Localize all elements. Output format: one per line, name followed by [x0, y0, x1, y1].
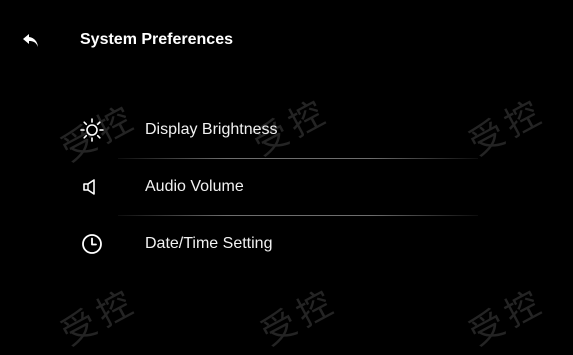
- watermark: 受控: [54, 281, 145, 355]
- header: System Preferences: [0, 0, 573, 84]
- page-title: System Preferences: [80, 31, 233, 48]
- menu-item-label: Date/Time Setting: [145, 235, 273, 252]
- menu-item-label: Audio Volume: [145, 178, 244, 195]
- clock-icon: [78, 230, 106, 258]
- speaker-icon: [78, 173, 106, 201]
- menu-item-audio-volume[interactable]: Audio Volume: [62, 159, 482, 215]
- settings-menu: Display Brightness Audio Volume Date/Tim…: [62, 102, 482, 272]
- brightness-icon: [78, 116, 106, 144]
- back-arrow-icon: [21, 32, 41, 50]
- menu-item-label: Display Brightness: [145, 121, 278, 138]
- menu-item-date-time-setting[interactable]: Date/Time Setting: [62, 216, 482, 272]
- watermark: 受控: [254, 281, 345, 355]
- back-button[interactable]: [14, 24, 48, 58]
- screen: 受控 受控 受控 受控 受控 受控 System Preferences Dis…: [0, 0, 573, 354]
- menu-item-display-brightness[interactable]: Display Brightness: [62, 102, 482, 158]
- watermark: 受控: [462, 281, 553, 355]
